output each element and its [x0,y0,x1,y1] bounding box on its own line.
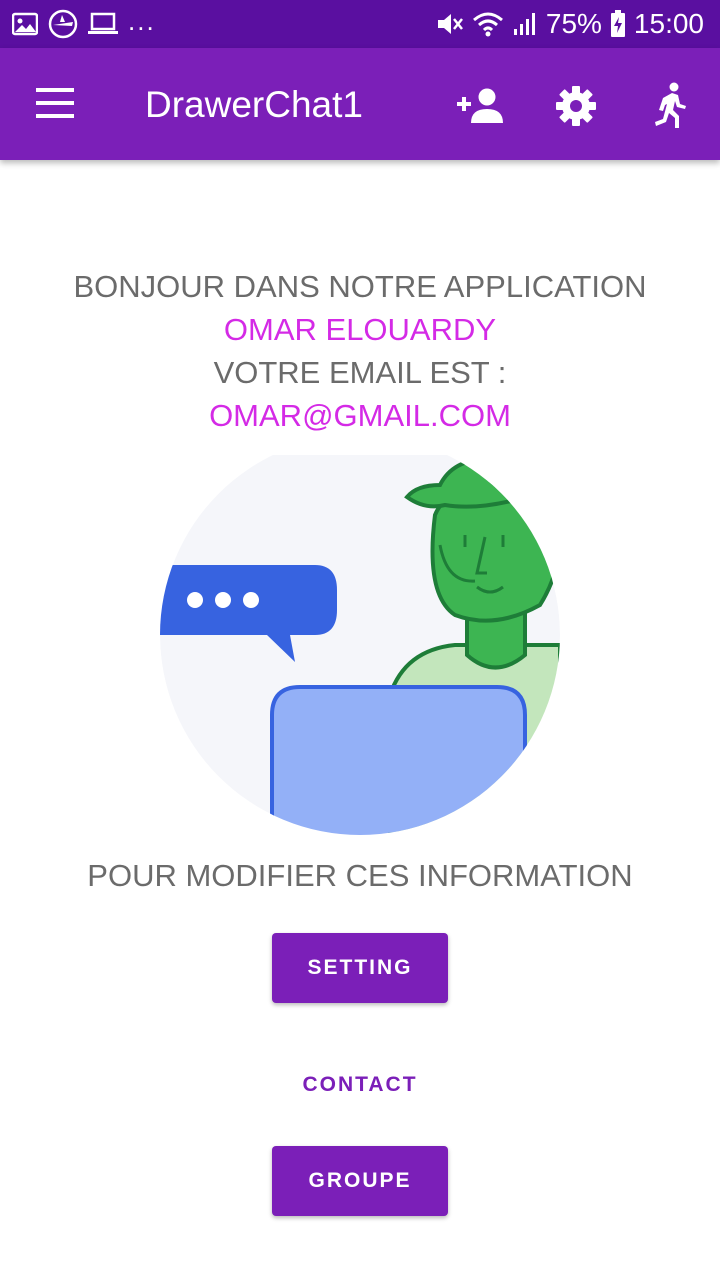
welcome-block: BONJOUR DANS NOTRE APPLICATION OMAR ELOU… [0,265,720,437]
status-bar: ... 75% 15:00 [0,0,720,48]
overflow-dots: ... [128,5,156,36]
mute-icon [434,9,464,39]
groupe-button[interactable]: GROUPE [272,1146,448,1216]
wifi-icon [472,10,504,38]
logout-icon[interactable] [644,80,696,132]
add-person-icon[interactable] [454,80,506,132]
signal-icon [512,11,538,37]
welcome-line: BONJOUR DANS NOTRE APPLICATION [73,269,647,304]
status-left: ... [12,5,156,39]
battery-charging-icon [610,10,626,38]
clock: 15:00 [633,8,704,39]
email-label: VOTRE EMAIL EST : [213,355,507,390]
status-right: 75% 15:00 [434,8,704,40]
app-title: DrawerChat1 [145,84,363,125]
laptop-icon [88,12,118,36]
menu-icon[interactable] [32,82,80,126]
modify-info-text: POUR MODIFIER CES INFORMATION [87,858,633,893]
app-bar: DrawerChat1 [0,48,720,160]
user-email: OMAR@GMAIL.COM [209,398,511,433]
image-icon [12,12,38,36]
user-name: OMAR ELOUARDY [223,312,497,347]
app-badge-icon [48,9,78,39]
setting-button[interactable]: SETTING [272,933,448,1003]
battery-percent: 75% [545,8,602,39]
chat-illustration [155,435,565,840]
contact-button[interactable]: CONTACT [272,1050,448,1120]
settings-icon[interactable] [550,80,602,132]
